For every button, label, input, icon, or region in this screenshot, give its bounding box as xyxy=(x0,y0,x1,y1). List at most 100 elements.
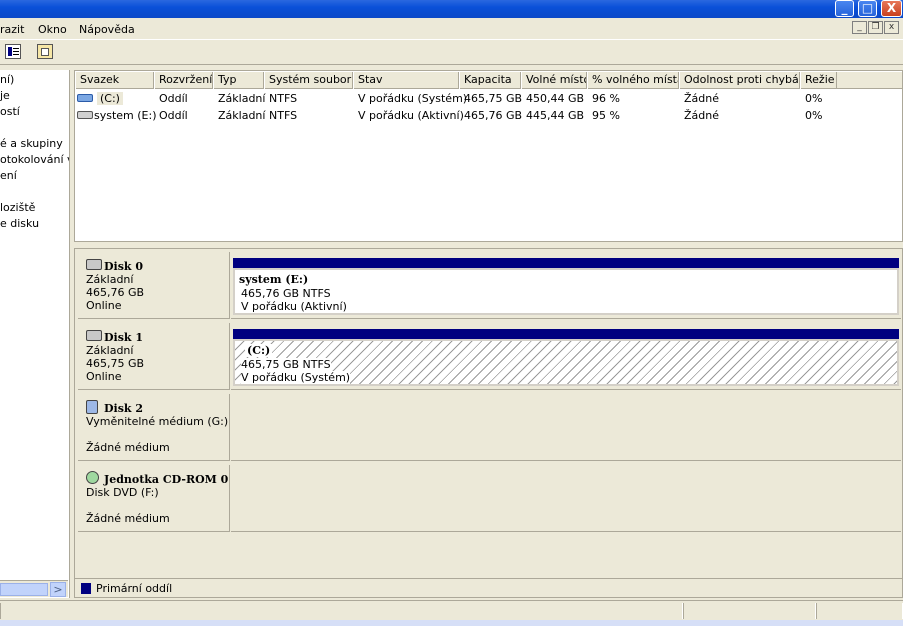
col-header-percent-free[interactable]: % volného místa xyxy=(587,72,679,89)
disk-label-2[interactable]: Disk 2 Vyměnitelné médium (G:) Žádné méd… xyxy=(78,394,230,461)
disk-state: Online xyxy=(86,299,122,312)
scrollbar-thumb[interactable] xyxy=(0,583,48,596)
disk-area-2 xyxy=(231,394,901,461)
disk-title: Jednotka CD-ROM 0 xyxy=(104,473,229,486)
cell-layout: Oddíl xyxy=(159,109,188,122)
cell-type: Základní xyxy=(218,109,266,122)
cell-status: V pořádku (Systém) xyxy=(358,92,468,105)
cd-drive-icon xyxy=(86,471,99,484)
toolbar xyxy=(0,40,903,65)
cell-status: V pořádku (Aktivní) xyxy=(358,109,464,122)
hard-disk-icon xyxy=(86,330,102,341)
tree-item-storage[interactable]: loziště xyxy=(0,201,35,214)
tree-item-1[interactable]: ní) xyxy=(0,73,14,86)
cell-fault-tolerance: Žádné xyxy=(684,92,719,105)
tree-item-performance-logs[interactable]: otokolování vý xyxy=(0,153,69,166)
col-header-capacity[interactable]: Kapacita xyxy=(459,72,521,89)
disk-type: Vyměnitelné médium (G:) xyxy=(86,415,229,428)
status-panel-1 xyxy=(0,603,683,619)
menu-item-window[interactable]: Okno xyxy=(38,23,67,36)
tree-item-2[interactable]: je xyxy=(0,89,10,102)
column-headers: Svazek Rozvržení Typ Systém souborů Stav… xyxy=(75,72,902,89)
partition-status: V pořádku (Aktivní) xyxy=(241,300,347,313)
disk-title: Disk 0 xyxy=(104,260,144,273)
col-header-volume[interactable]: Svazek xyxy=(75,72,154,89)
status-panel-2 xyxy=(683,603,816,619)
legend-label: Primární oddíl xyxy=(96,582,173,595)
cell-free-space: 445,44 GB xyxy=(526,109,585,122)
status-panel-3 xyxy=(816,603,903,619)
tree-item-3[interactable]: ostí xyxy=(0,105,20,118)
tree-item-disk-management[interactable]: e disku xyxy=(0,217,39,230)
cell-overhead: 0% xyxy=(805,109,823,122)
cell-free-space: 450,44 GB xyxy=(526,92,585,105)
cell-capacity: 465,75 GB xyxy=(464,92,523,105)
disk-graphical-view: Disk 0 Základní 465,76 GB Online system … xyxy=(74,248,903,598)
cell-layout: Oddíl xyxy=(159,92,188,105)
menu-item-view[interactable]: razit xyxy=(0,23,24,36)
disk-area-cdrom xyxy=(231,465,901,532)
disk-state: Žádné médium xyxy=(86,512,170,525)
col-header-layout[interactable]: Rozvržení xyxy=(154,72,213,89)
disk-title: Disk 1 xyxy=(104,331,144,344)
volume-name[interactable]: system (E:) xyxy=(94,109,157,122)
volume-icon xyxy=(77,94,93,102)
disk-row-0: Disk 0 Základní 465,76 GB Online system … xyxy=(76,249,901,319)
col-header-type[interactable]: Typ xyxy=(213,72,264,89)
volume-icon xyxy=(77,111,93,119)
disk-area-0: system (E:) 465,76 GB NTFS V pořádku (Ak… xyxy=(231,252,901,319)
close-button[interactable]: X xyxy=(881,0,902,17)
partition-name: (C:) xyxy=(245,344,273,357)
cell-fault-tolerance: Žádné xyxy=(684,109,719,122)
window-bottom-border xyxy=(0,620,903,626)
minimize-button[interactable]: _ xyxy=(835,0,854,17)
mdi-minimize-button[interactable]: _ xyxy=(852,21,867,34)
disk-type: Disk DVD (F:) xyxy=(86,486,159,499)
partition-status: V pořádku (Systém) xyxy=(241,371,351,384)
cell-type: Základní xyxy=(218,92,266,105)
disk-row-2: Disk 2 Vyměnitelné médium (G:) Žádné méd… xyxy=(76,391,901,461)
disk-row-1: Disk 1 Základní 465,75 GB Online (C:) 46… xyxy=(76,320,901,390)
mdi-close-button[interactable]: x xyxy=(884,21,899,34)
cell-filesystem: NTFS xyxy=(269,109,298,122)
disk-area-1: (C:) 465,75 GB NTFS V pořádku (Systém) xyxy=(231,323,901,390)
console-tree: ní) je ostí é a skupiny otokolování vý e… xyxy=(0,70,70,598)
cell-filesystem: NTFS xyxy=(269,92,298,105)
removable-drive-icon xyxy=(86,400,98,414)
disk-state: Online xyxy=(86,370,122,383)
title-bar: _ □ X xyxy=(0,0,903,18)
show-hide-tree-icon[interactable] xyxy=(5,44,21,59)
col-header-overhead[interactable]: Režie xyxy=(800,72,837,89)
tree-item-device-manager[interactable]: ení xyxy=(0,169,17,182)
cell-percent-free: 95 % xyxy=(592,109,620,122)
disk-row-cdrom: Jednotka CD-ROM 0 Disk DVD (F:) Žádné mé… xyxy=(76,462,901,532)
col-header-fault-tolerance[interactable]: Odolnost proti chybám xyxy=(679,72,800,89)
partition-size: 465,75 GB NTFS xyxy=(241,358,331,371)
hard-disk-icon xyxy=(86,259,102,270)
disk-type: Základní xyxy=(86,344,134,357)
partition-header-bar xyxy=(233,329,899,339)
partition-name: system (E:) xyxy=(239,273,309,286)
tree-horizontal-scrollbar[interactable]: > xyxy=(0,580,68,597)
maximize-button[interactable]: □ xyxy=(858,0,877,17)
disk-label-0[interactable]: Disk 0 Základní 465,76 GB Online xyxy=(78,252,230,319)
scroll-right-arrow-icon[interactable]: > xyxy=(50,582,66,597)
cell-capacity: 465,76 GB xyxy=(464,109,523,122)
mdi-restore-button[interactable]: ❐ xyxy=(868,21,883,34)
disk-type: Základní xyxy=(86,273,134,286)
partition-c[interactable]: (C:) 465,75 GB NTFS V pořádku (Systém) xyxy=(233,339,899,386)
col-header-free-space[interactable]: Volné místo xyxy=(521,72,587,89)
volume-list: Svazek Rozvržení Typ Systém souborů Stav… xyxy=(74,70,903,242)
partition-system-e[interactable]: system (E:) 465,76 GB NTFS V pořádku (Ak… xyxy=(233,268,899,315)
tree-item-users-groups[interactable]: é a skupiny xyxy=(0,137,63,150)
status-bar xyxy=(0,600,903,620)
col-header-filesystem[interactable]: Systém souborů xyxy=(264,72,353,89)
disk-label-1[interactable]: Disk 1 Základní 465,75 GB Online xyxy=(78,323,230,390)
disk-size: 465,76 GB xyxy=(86,286,145,299)
menu-bar: razit Okno Nápověda _ ❐ x xyxy=(0,18,903,40)
menu-item-help[interactable]: Nápověda xyxy=(79,23,135,36)
volume-name[interactable]: (C:) xyxy=(97,92,123,105)
properties-icon[interactable] xyxy=(37,44,53,59)
col-header-status[interactable]: Stav xyxy=(353,72,459,89)
disk-label-cdrom[interactable]: Jednotka CD-ROM 0 Disk DVD (F:) Žádné mé… xyxy=(78,465,230,532)
